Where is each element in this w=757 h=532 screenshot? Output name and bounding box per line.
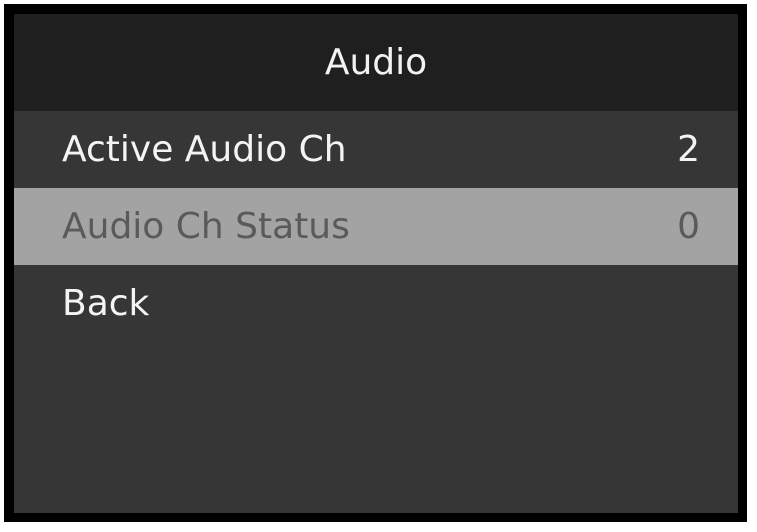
menu-item-value: 0 xyxy=(677,206,700,247)
menu-item-back[interactable]: Back xyxy=(14,265,738,342)
menu-item-audio-ch-status[interactable]: Audio Ch Status 0 xyxy=(14,188,738,265)
menu-item-active-audio-ch[interactable]: Active Audio Ch 2 xyxy=(14,111,738,188)
menu-item-value: 2 xyxy=(677,129,700,170)
menu-item-label: Active Audio Ch xyxy=(62,129,347,170)
osd-screen: Audio Active Audio Ch 2 Audio Ch Status … xyxy=(4,4,747,522)
menu-title: Audio xyxy=(14,14,738,111)
audio-menu-panel: Audio Active Audio Ch 2 Audio Ch Status … xyxy=(14,14,738,513)
menu-item-label: Audio Ch Status xyxy=(62,206,350,247)
menu-item-label: Back xyxy=(62,283,150,324)
